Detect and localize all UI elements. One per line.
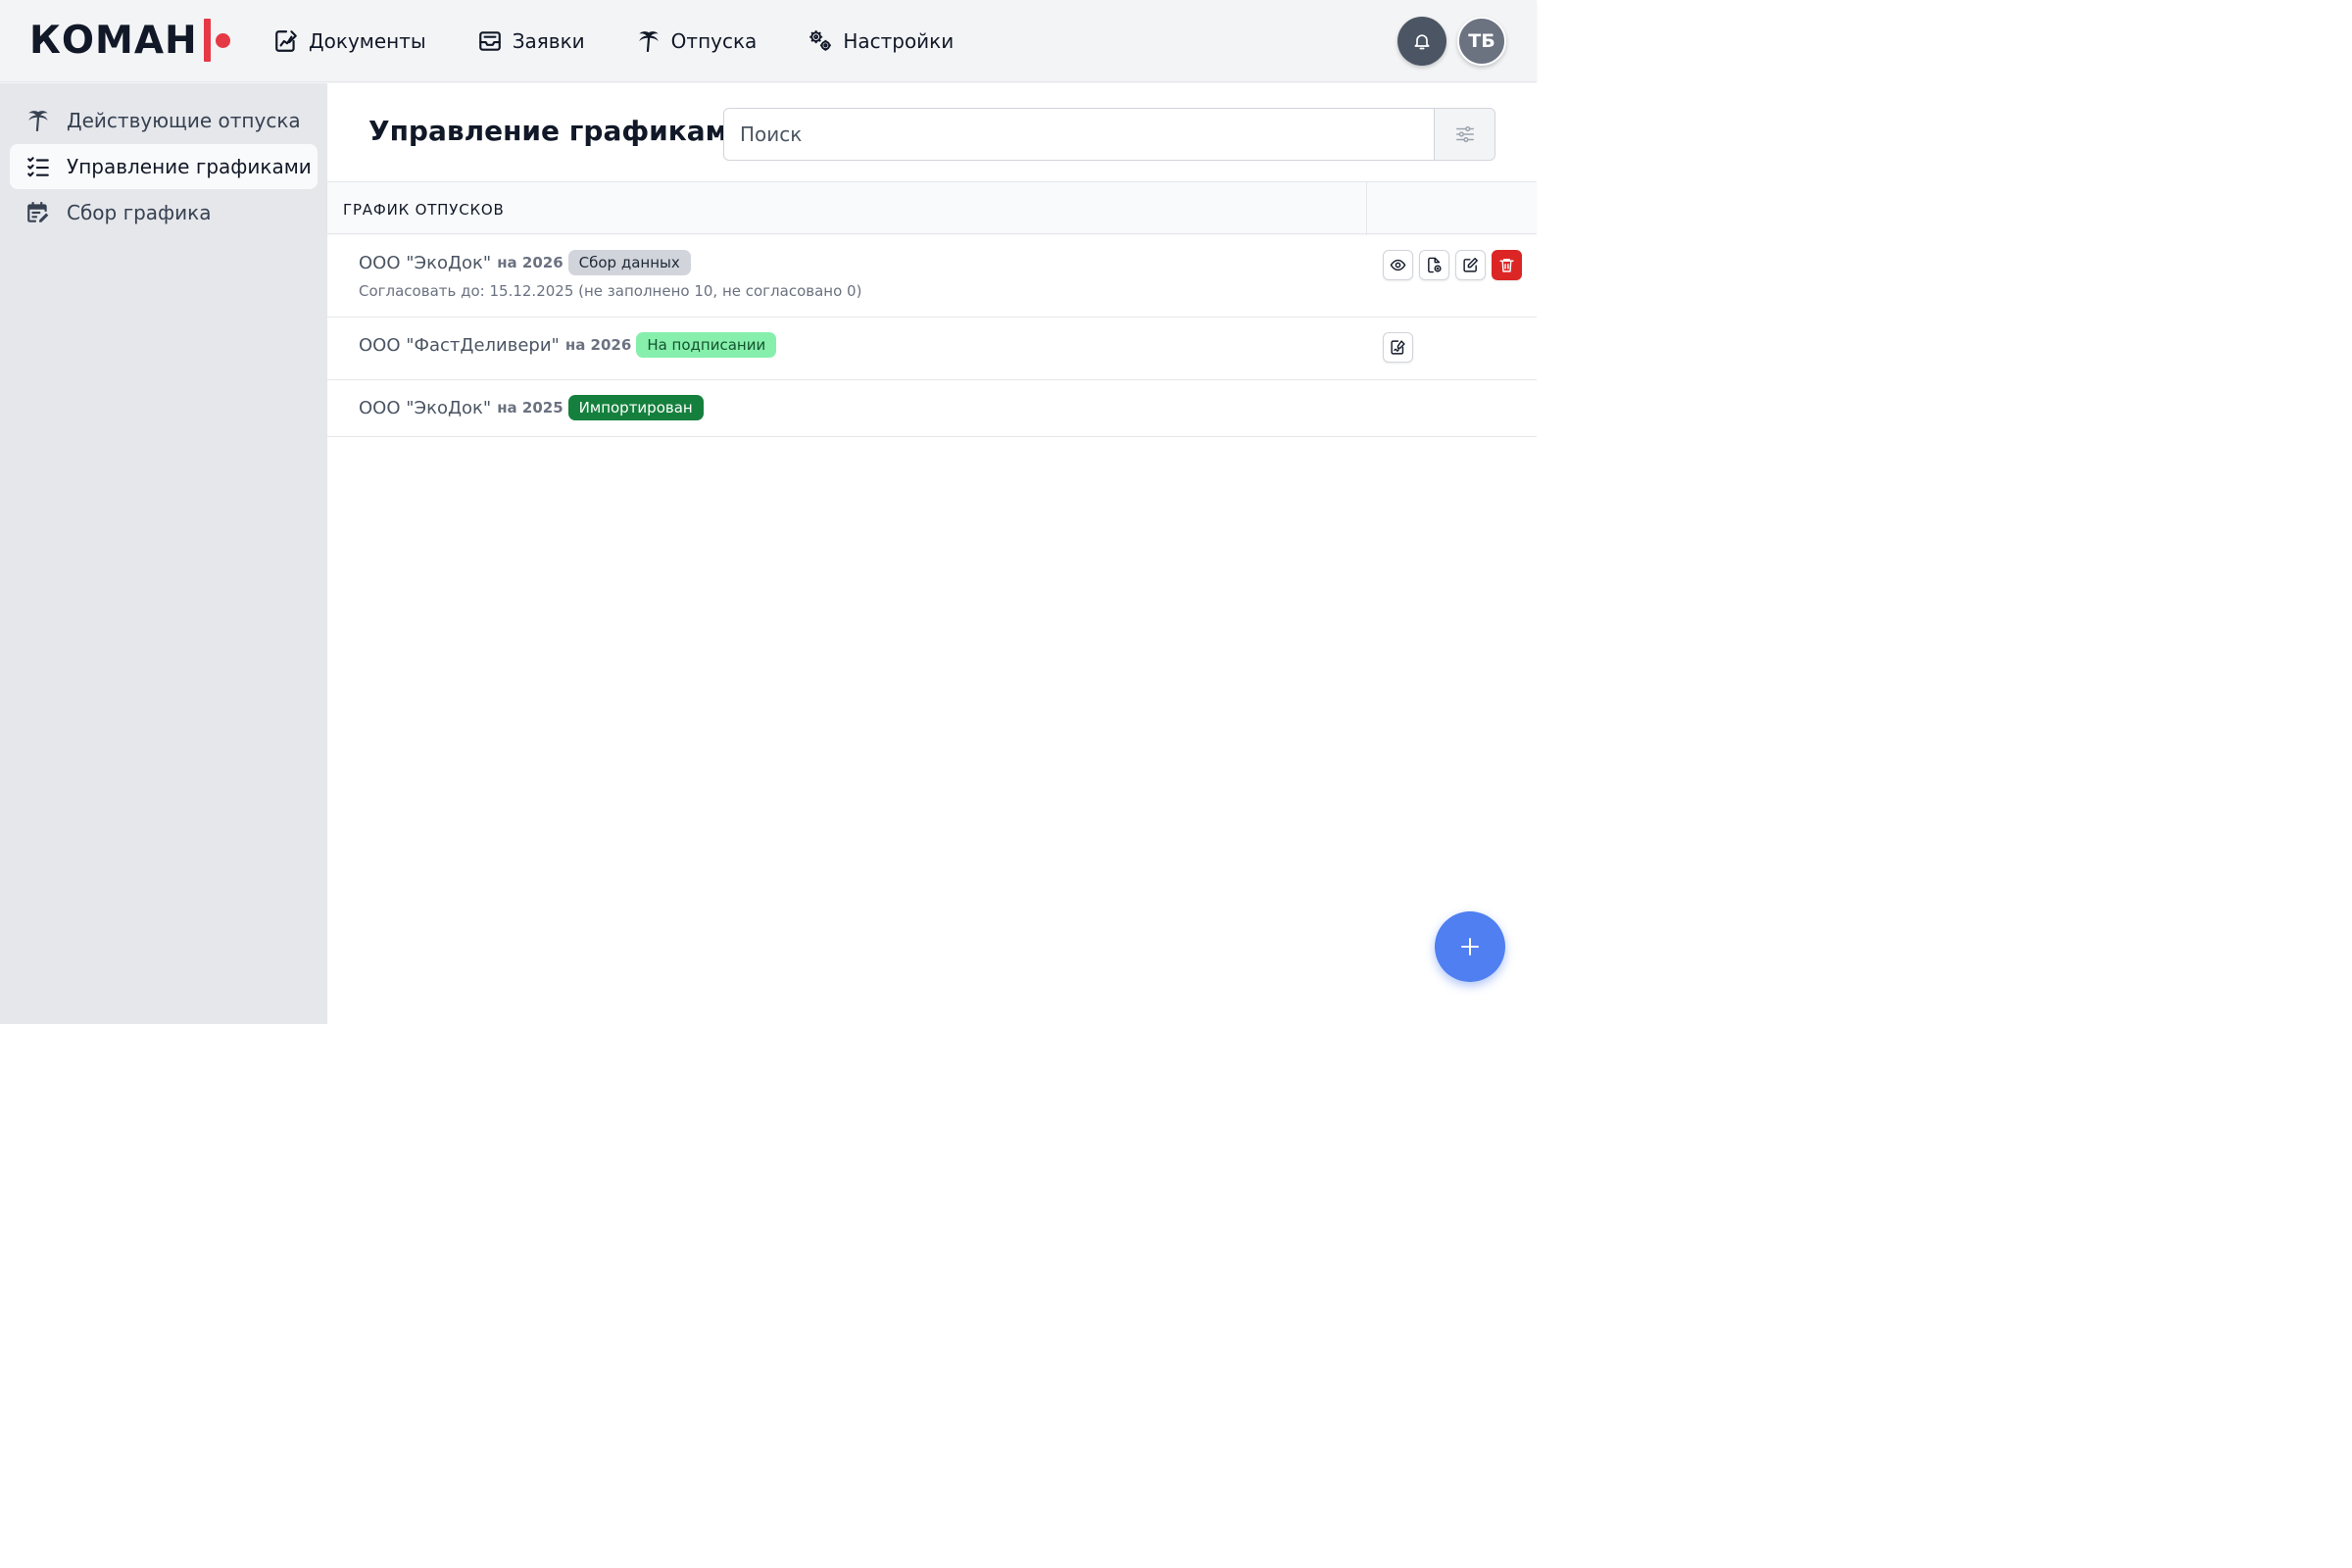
top-bar: КОМАН Документы Заявки Отпуска Настройки…	[0, 0, 1537, 82]
bell-icon	[1414, 34, 1430, 50]
schedule-year: на 2026	[497, 254, 564, 271]
row-title: ООО "ФастДеливери" на 2026 На подписании	[359, 332, 777, 358]
filter-button[interactable]	[1434, 109, 1494, 160]
sign-document-button[interactable]	[1383, 332, 1413, 363]
sidebar-item-label: Действующие отпуска	[67, 109, 301, 132]
search-input[interactable]	[724, 109, 1434, 160]
schedule-year: на 2025	[497, 399, 564, 416]
add-schedule-button[interactable]	[1435, 911, 1505, 982]
sidebar: Действующие отпуска Управление графиками…	[0, 83, 327, 1024]
palm-tree-icon	[638, 31, 659, 52]
edit-icon	[1463, 258, 1478, 272]
row-subtitle: Согласовать до: 15.12.2025 (не заполнено…	[359, 282, 862, 300]
logo-bar-mark	[203, 19, 211, 62]
sliders-icon	[1455, 125, 1474, 143]
nav-label-vacations: Отпуска	[670, 29, 758, 53]
logo-dot-mark	[215, 32, 230, 48]
avatar[interactable]: ТБ	[1457, 17, 1506, 66]
logo-text: КОМАН	[29, 18, 198, 63]
nav-item-settings[interactable]: Настройки	[808, 28, 954, 54]
top-nav: Документы Заявки Отпуска Настройки	[273, 22, 1004, 61]
status-badge: На подписании	[636, 332, 777, 358]
org-name[interactable]: ООО "ЭкоДок"	[359, 253, 491, 273]
nav-item-documents[interactable]: Документы	[273, 28, 426, 54]
logo[interactable]: КОМАН	[29, 18, 230, 63]
trash-icon	[1499, 259, 1514, 272]
column-divider	[1366, 182, 1367, 235]
checklist-icon	[27, 157, 49, 177]
sidebar-item-schedule-collection[interactable]: Сбор графика	[10, 190, 318, 235]
sidebar-item-label: Управление графиками	[67, 155, 312, 178]
search-bar	[723, 108, 1495, 161]
palm-tree-icon	[28, 111, 48, 131]
row-actions	[1383, 250, 1528, 280]
gears-icon	[809, 30, 832, 51]
nav-label-requests: Заявки	[512, 29, 585, 53]
org-name[interactable]: ООО "ФастДеливери"	[359, 335, 560, 356]
document-sign-icon	[1391, 340, 1405, 355]
column-header-schedule: ГРАФИК ОТПУСКОВ	[343, 201, 505, 219]
org-name[interactable]: ООО "ЭкоДок"	[359, 398, 491, 418]
document-add-icon	[1428, 257, 1442, 273]
schedule-year: на 2026	[564, 336, 632, 354]
eye-icon	[1390, 259, 1406, 271]
nav-item-requests[interactable]: Заявки	[477, 28, 585, 54]
inbox-icon	[478, 31, 501, 51]
plus-icon	[1461, 938, 1479, 956]
edit-button[interactable]	[1455, 250, 1486, 280]
notifications-button[interactable]	[1397, 17, 1446, 66]
nav-label-documents: Документы	[309, 29, 426, 53]
table-row[interactable]: ООО "ФастДеливери" на 2026 На подписании	[327, 318, 1537, 380]
row-title: ООО "ЭкоДок" на 2025 Импортирован	[359, 395, 704, 420]
page-title: Управление графиками	[368, 115, 748, 147]
nav-label-settings: Настройки	[843, 29, 955, 53]
sidebar-item-schedule-management[interactable]: Управление графиками	[10, 144, 318, 189]
sidebar-item-label: Сбор графика	[67, 201, 212, 224]
calendar-edit-icon	[27, 202, 49, 222]
delete-button[interactable]	[1492, 250, 1522, 280]
table-header: ГРАФИК ОТПУСКОВ	[327, 181, 1537, 235]
main-content: Управление графиками ГРАФИК ОТПУСКОВ ООО…	[327, 83, 1537, 1024]
table-row[interactable]: ООО "ЭкоДок" на 2025 Импортирован	[327, 380, 1537, 437]
row-title: ООО "ЭкоДок" на 2026 Сбор данных	[359, 250, 691, 275]
sidebar-item-active-vacations[interactable]: Действующие отпуска	[10, 98, 318, 143]
status-badge: Импортирован	[567, 395, 704, 420]
nav-item-vacations[interactable]: Отпуска	[636, 28, 758, 54]
table-row[interactable]: ООО "ЭкоДок" на 2026 Сбор данных Согласо…	[327, 235, 1537, 318]
view-button[interactable]	[1383, 250, 1413, 280]
document-chart-icon	[275, 30, 297, 52]
row-actions	[1383, 332, 1419, 363]
status-badge: Сбор данных	[567, 250, 691, 275]
add-document-button[interactable]	[1419, 250, 1449, 280]
